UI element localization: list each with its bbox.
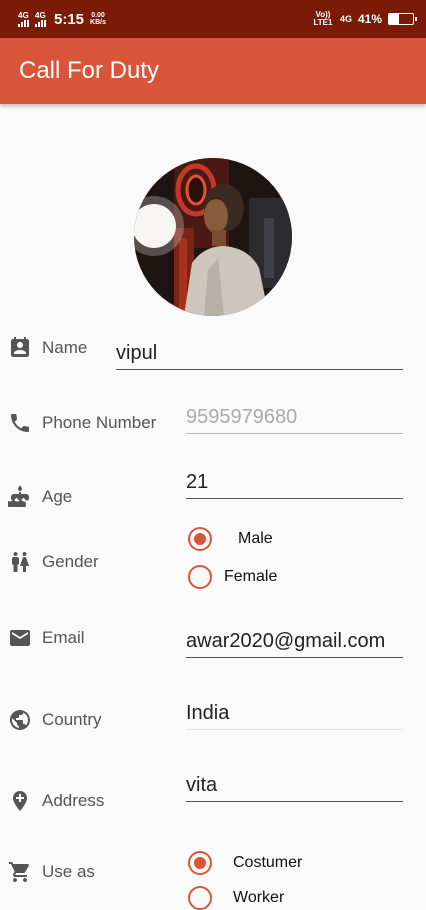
cart-icon: [8, 860, 32, 884]
use-as-option-label: Costumer: [233, 854, 303, 871]
cake-icon: [8, 485, 32, 509]
use-as-label-text: Use as: [42, 862, 95, 881]
name-label: Name: [0, 334, 87, 362]
network-type: 4G: [35, 10, 46, 20]
use-as-option-costumer[interactable]: Costumer: [188, 851, 302, 875]
radio-unselected-icon[interactable]: [188, 565, 212, 589]
radio-selected-icon[interactable]: [188, 527, 212, 551]
battery-percent: 41%: [357, 12, 382, 26]
address-label: Address: [0, 787, 104, 815]
radio-selected-icon[interactable]: [188, 851, 212, 875]
gender-label-text: Gender: [42, 552, 99, 571]
mail-icon: [8, 626, 32, 650]
gender-option-female[interactable]: Female: [188, 565, 277, 589]
gender-option-male[interactable]: Male: [188, 527, 273, 551]
phone-input[interactable]: 9595979680: [186, 406, 403, 434]
country-input[interactable]: India: [186, 702, 403, 730]
age-label: Age: [0, 483, 72, 511]
network-speed: 0.00 KB/s: [90, 12, 106, 26]
volte-indicator: Vo)) LTE1: [313, 10, 333, 27]
app-bar: Call For Duty: [0, 38, 426, 104]
app-title: Call For Duty: [19, 57, 160, 84]
country-label: Country: [0, 706, 102, 734]
gender-option-label: Male: [238, 530, 273, 547]
use-as-option-worker[interactable]: Worker: [188, 886, 284, 910]
contact-card-icon: [8, 336, 32, 360]
clock: 5:15: [54, 10, 85, 28]
radio-unselected-icon[interactable]: [188, 886, 212, 910]
phone-label-text: Phone Number: [42, 413, 157, 432]
gender-label: Gender: [0, 548, 99, 576]
address-input[interactable]: vita: [186, 774, 403, 802]
location-pin-icon: [8, 789, 32, 813]
use-as-option-label: Worker: [233, 889, 285, 906]
address-label-text: Address: [42, 791, 105, 810]
status-bar: 4G 4G 5:15 0.00 KB/s Vo)) LTE1 4G 41%: [0, 0, 426, 38]
network-type: 4G: [18, 10, 29, 20]
globe-icon: [8, 708, 32, 732]
phone-icon: [8, 411, 32, 435]
phone-label: Phone Number: [0, 409, 156, 437]
country-label-text: Country: [42, 710, 102, 729]
email-input[interactable]: awar2020@gmail.com: [186, 630, 403, 658]
use-as-label: Use as: [0, 858, 95, 886]
name-label-text: Name: [42, 338, 88, 357]
network-type: 4G: [339, 14, 352, 24]
email-label: Email: [0, 624, 85, 652]
profile-avatar[interactable]: [134, 158, 292, 316]
age-label-text: Age: [42, 487, 73, 506]
age-input[interactable]: 21: [186, 471, 403, 499]
people-icon: [8, 550, 32, 574]
email-label-text: Email: [42, 628, 85, 647]
gender-option-label: Female: [224, 568, 278, 585]
name-input[interactable]: vipul: [116, 342, 403, 370]
signal-icon: 4G: [35, 10, 46, 27]
battery-icon: [388, 13, 417, 25]
signal-icon: 4G: [18, 10, 29, 27]
